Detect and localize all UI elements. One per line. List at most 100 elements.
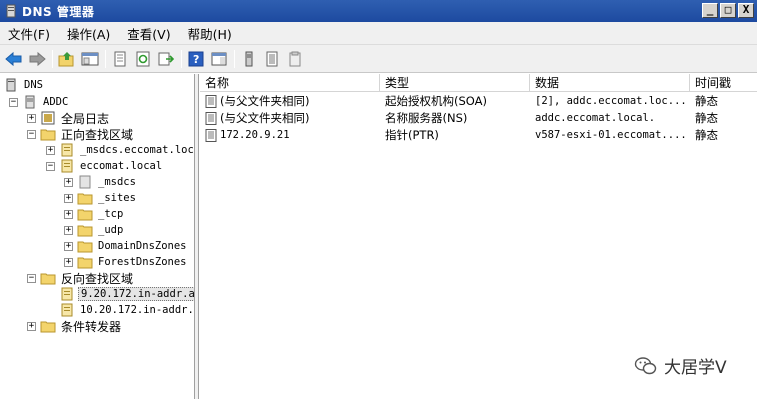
- menu-action[interactable]: 操作(A): [59, 24, 119, 43]
- record-name: (与父文件夹相同): [220, 94, 310, 108]
- console-tree: DNS − ADDC + 全局日志 − 正向查找区域 + _msdcs.ecco…: [0, 74, 195, 399]
- forward-arrow-icon: [29, 51, 46, 66]
- expand-conditional-forwarders-toggle[interactable]: +: [27, 322, 36, 331]
- expand-tcp-toggle[interactable]: +: [64, 210, 73, 219]
- minimize-button[interactable]: _: [702, 3, 718, 18]
- tree-node-domain-zone[interactable]: eccomat.local: [59, 158, 164, 174]
- column-header-name[interactable]: 名称: [200, 74, 380, 92]
- tree-node-forward-zones[interactable]: 正向查找区域: [40, 126, 135, 142]
- table-row[interactable]: (与父文件夹相同) 起始授权机构(SOA) [2], addc.eccomat.…: [200, 93, 757, 110]
- folder-icon: [40, 129, 56, 141]
- watermark: 大居学V: [634, 353, 727, 378]
- tree-node-udp[interactable]: _udp: [77, 222, 125, 238]
- toolbar-separator: [181, 49, 182, 68]
- tree-label: 全局日志: [61, 111, 110, 126]
- expand-global-logs-toggle[interactable]: +: [27, 114, 36, 123]
- tree-node-addc[interactable]: ADDC: [22, 94, 70, 110]
- record-data: [2], addc.eccomat.loc...: [535, 95, 687, 107]
- collapse-server-toggle[interactable]: −: [9, 98, 18, 107]
- tree-label: _msdcs: [98, 176, 136, 188]
- event-log-icon: [41, 111, 55, 125]
- tree-node-reverse-zone-10[interactable]: 10.20.172.in-addr.arpa: [59, 302, 194, 318]
- maximize-button[interactable]: □: [720, 3, 736, 18]
- table-row[interactable]: (与父文件夹相同) 名称服务器(NS) addc.eccomat.local. …: [200, 110, 757, 127]
- tree-label: 正向查找区域: [61, 127, 134, 142]
- record-icon: [205, 95, 217, 108]
- show-hide-action-pane-button[interactable]: [209, 49, 229, 69]
- back-button[interactable]: [4, 49, 24, 69]
- tree-label: 条件转发器: [61, 319, 122, 334]
- folder-up-icon: [58, 51, 74, 66]
- toolbar: ?: [0, 45, 757, 73]
- toolbar-separator: [234, 49, 235, 68]
- tree-label: 反向查找区域: [61, 271, 134, 286]
- tree-node-forestdnszones[interactable]: ForestDnsZones: [77, 254, 189, 270]
- back-arrow-icon: [5, 51, 22, 66]
- pane-splitter[interactable]: [195, 74, 199, 399]
- tree-node-reverse-zones[interactable]: 反向查找区域: [40, 270, 135, 286]
- tree-node-sites[interactable]: _sites: [77, 190, 138, 206]
- tree-node-global-logs[interactable]: 全局日志: [40, 110, 111, 126]
- expand-msdcs-toggle[interactable]: +: [64, 178, 73, 187]
- console-tree-icon: [81, 52, 99, 65]
- collapse-forward-zones-toggle[interactable]: −: [27, 130, 36, 139]
- record-type: 起始授权机构(SOA): [385, 94, 487, 108]
- record-list-button[interactable]: [262, 49, 282, 69]
- show-hide-console-tree-button[interactable]: [80, 49, 100, 69]
- tree-label: eccomat.local: [80, 160, 163, 172]
- collapse-domain-zone-toggle[interactable]: −: [46, 162, 55, 171]
- record-list-view: 名称 类型 数据 时间戳 (与父文件夹相同) 起始授权机构(SOA) [2], …: [200, 74, 757, 399]
- folder-icon: [77, 241, 93, 253]
- tree-label: _udp: [98, 224, 124, 236]
- expand-sites-toggle[interactable]: +: [64, 194, 73, 203]
- folder-icon: [40, 321, 56, 333]
- expand-domaindnszones-toggle[interactable]: +: [64, 242, 73, 251]
- tree-node-tcp[interactable]: _tcp: [77, 206, 125, 222]
- record-data: addc.eccomat.local.: [535, 112, 656, 124]
- help-button[interactable]: ?: [186, 49, 206, 69]
- folder-icon: [77, 193, 93, 205]
- column-header-data[interactable]: 数据: [530, 74, 690, 92]
- tree-label: ForestDnsZones: [98, 256, 187, 268]
- record-icon: [205, 129, 217, 142]
- new-record-button[interactable]: [285, 49, 305, 69]
- tree-label: _tcp: [98, 208, 124, 220]
- zone-icon: [61, 159, 73, 173]
- tree-label: DNS: [24, 79, 43, 91]
- expand-udp-toggle[interactable]: +: [64, 226, 73, 235]
- action-pane-icon: [211, 52, 227, 65]
- zone-icon: [61, 143, 73, 157]
- tree-label: 9.20.172.in-addr.arpa: [78, 287, 194, 301]
- tree-node-msdcs[interactable]: _msdcs: [77, 174, 138, 190]
- tree-node-dns[interactable]: DNS: [3, 77, 45, 93]
- server-button[interactable]: [239, 49, 259, 69]
- refresh-button[interactable]: [133, 49, 153, 69]
- folder-icon: [77, 209, 93, 221]
- table-row[interactable]: 172.20.9.21 指针(PTR) v587-esxi-01.eccomat…: [200, 127, 757, 144]
- menu-help[interactable]: 帮助(H): [180, 24, 241, 43]
- tree-node-msdcs-zone[interactable]: _msdcs.eccomat.local: [59, 142, 194, 158]
- record-icon: [205, 112, 217, 125]
- forward-button[interactable]: [27, 49, 47, 69]
- close-button[interactable]: X: [738, 3, 754, 18]
- properties-button[interactable]: [110, 49, 130, 69]
- column-header-timestamp[interactable]: 时间戳: [690, 74, 757, 92]
- svg-text:?: ?: [193, 53, 199, 66]
- tree-label: DomainDnsZones: [98, 240, 187, 252]
- export-list-button[interactable]: [156, 49, 176, 69]
- menu-view[interactable]: 查看(V): [119, 24, 179, 43]
- tree-node-reverse-zone-9[interactable]: 9.20.172.in-addr.arpa: [59, 286, 194, 302]
- collapse-reverse-zones-toggle[interactable]: −: [27, 274, 36, 283]
- expand-msdcs-zone-toggle[interactable]: +: [46, 146, 55, 155]
- up-one-level-button[interactable]: [57, 49, 77, 69]
- zone-icon: [61, 287, 73, 301]
- menu-file[interactable]: 文件(F): [0, 24, 59, 43]
- expand-forestdnszones-toggle[interactable]: +: [64, 258, 73, 267]
- tree-node-domaindnszones[interactable]: DomainDnsZones: [77, 238, 189, 254]
- new-record-icon: [289, 51, 301, 66]
- record-timestamp: 静态: [695, 111, 718, 125]
- tree-node-conditional-forwarders[interactable]: 条件转发器: [40, 318, 123, 334]
- column-header-type[interactable]: 类型: [380, 74, 530, 92]
- help-icon: ?: [188, 51, 204, 66]
- title-bar: DNS 管理器 _ □ X: [0, 0, 757, 22]
